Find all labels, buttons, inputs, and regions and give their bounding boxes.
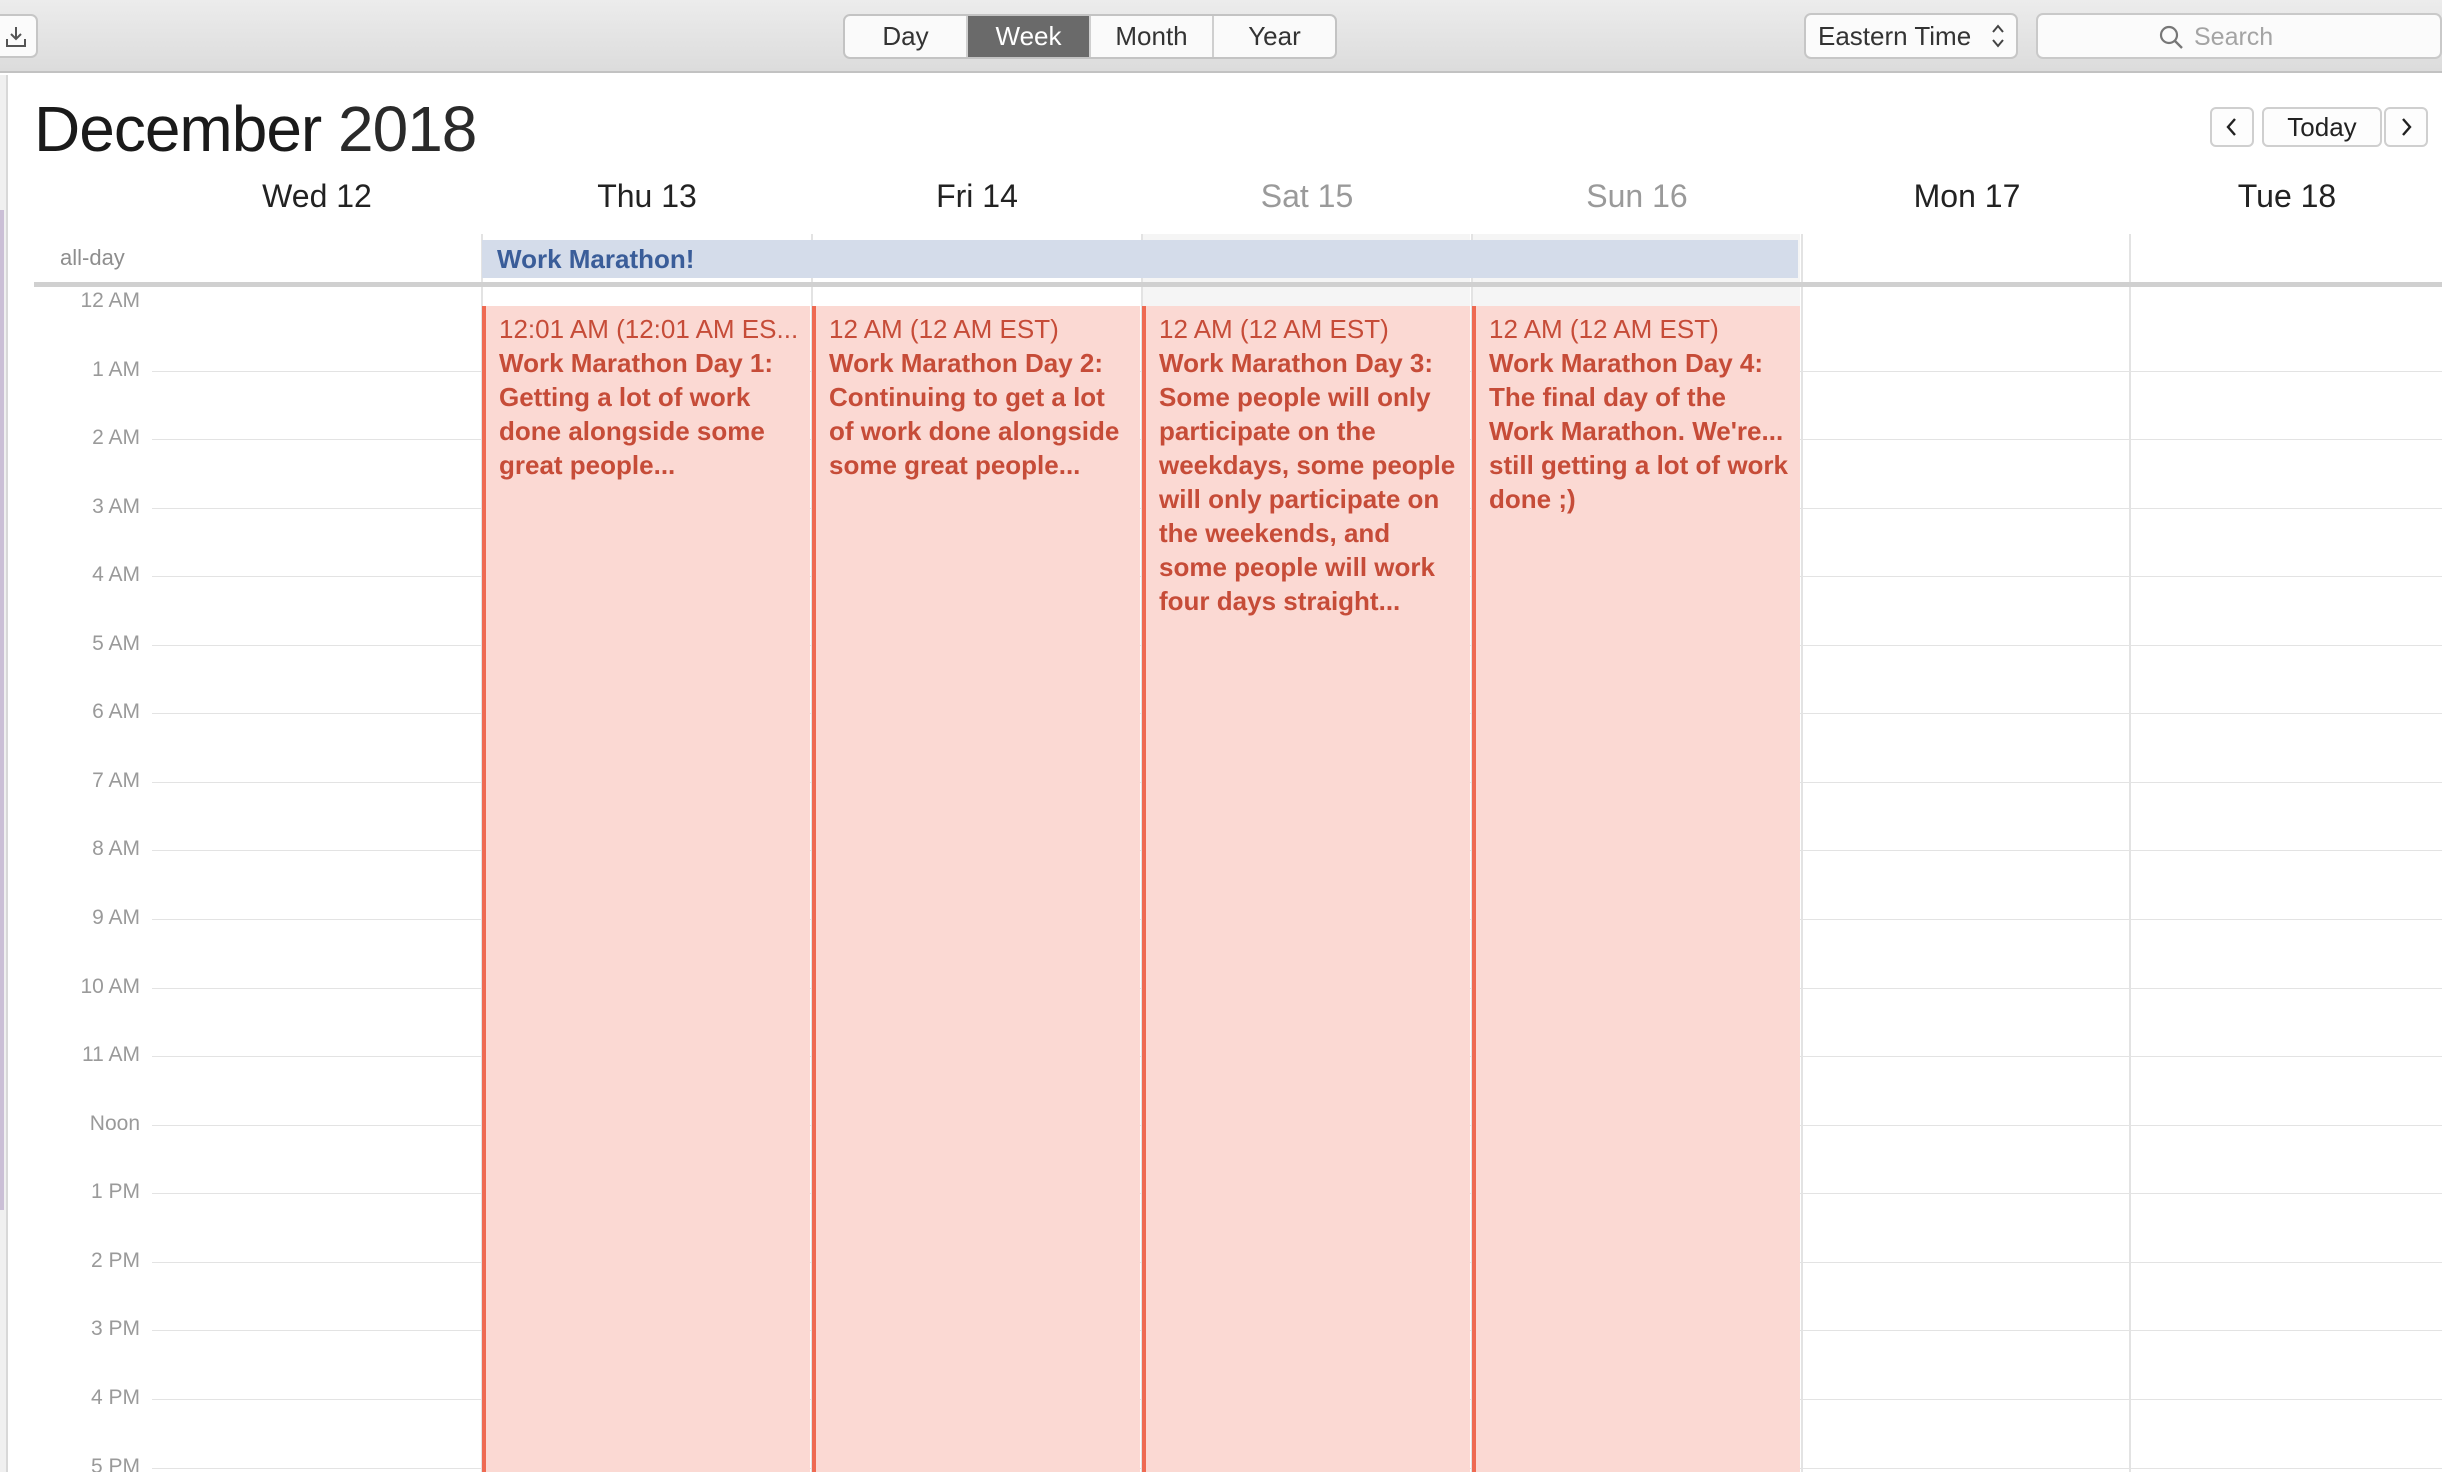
hour-label: 5 PM [90,1455,140,1472]
day-header-sun[interactable]: Sun 16 [1472,178,1802,222]
year: 2018 [338,93,477,165]
event-day-3[interactable]: 12 AM (12 AM EST) Work Marathon Day 3: S… [1142,306,1470,1472]
hour-label: 7 AM [92,769,140,792]
column-divider [1801,234,1803,1472]
toolbar: Day Week Month Year Eastern Time [0,0,2442,73]
event-title: Work Marathon Day 4: The final day of th… [1489,348,1788,514]
hour-label: 11 AM [82,1043,140,1066]
event-day-4[interactable]: 12 AM (12 AM EST) Work Marathon Day 4: T… [1472,306,1800,1472]
event-time: 12 AM (12 AM EST) [1489,314,1719,344]
chevron-left-icon [2226,118,2236,136]
view-switcher: Day Week Month Year [843,14,1337,59]
hour-label: 4 AM [92,563,140,586]
download-button[interactable] [0,14,38,58]
event-title: Work Marathon Day 2: Continuing to get a… [829,348,1120,480]
event-time: 12 AM (12 AM EST) [1159,314,1389,344]
hour-label: Noon [89,1112,140,1135]
all-day-divider [34,282,2442,287]
day-header-fri[interactable]: Fri 14 [812,178,1142,222]
hour-label: 1 AM [92,358,140,381]
event-title: Work Marathon Day 3: Some people will on… [1159,348,1456,616]
event-time: 12 AM (12 AM EST) [829,314,1059,344]
view-year-button[interactable]: Year [1214,16,1335,57]
event-time: 12:01 AM (12:01 AM ES... [499,314,799,344]
day-header-thu[interactable]: Thu 13 [482,178,812,222]
day-header-tue[interactable]: Tue 18 [2132,178,2442,222]
previous-week-button[interactable] [2210,107,2254,147]
timezone-value: Eastern Time [1818,21,1972,51]
hour-label: 10 AM [80,975,140,998]
event-day-1[interactable]: 12:01 AM (12:01 AM ES... Work Marathon D… [482,306,810,1472]
view-month-button[interactable]: Month [1091,16,1214,57]
hour-label: 1 PM [90,1180,140,1203]
hour-label: 2 AM [92,426,140,449]
view-day-button[interactable]: Day [845,16,968,57]
month-title: December 2018 [34,92,477,166]
day-header-wed[interactable]: Wed 12 [152,178,482,222]
search-input[interactable] [2194,21,2414,53]
event-day-2[interactable]: 12 AM (12 AM EST) Work Marathon Day 2: C… [812,306,1140,1472]
hour-label: 4 PM [90,1386,140,1409]
day-header-sat[interactable]: Sat 15 [1142,178,1472,222]
next-week-button[interactable] [2384,107,2428,147]
all-day-label: all-day [60,245,125,270]
day-header-mon[interactable]: Mon 17 [1802,178,2132,222]
hour-label: 5 AM [92,632,140,655]
timezone-select[interactable]: Eastern Time [1804,13,2018,59]
all-day-event[interactable]: Work Marathon! [482,240,1798,278]
hour-label: 9 AM [92,906,140,929]
search-field[interactable] [2036,13,2442,59]
sidebar-edge-highlight [0,210,4,1210]
view-week-button[interactable]: Week [968,16,1091,57]
hour-label: 3 AM [92,495,140,518]
hour-label: 6 AM [92,700,140,723]
month-name: December [34,93,322,165]
hour-label: 2 PM [90,1249,140,1272]
tray-arrow-down-icon [6,27,26,47]
up-down-chevron-icon [1992,24,2004,48]
hour-label: 8 AM [92,837,140,860]
today-button[interactable]: Today [2262,107,2382,147]
hour-label: 3 PM [90,1317,140,1340]
search-icon [2159,25,2183,49]
chevron-right-icon [2402,118,2412,136]
column-divider [2129,234,2131,1472]
hour-label: 12 AM [80,289,140,312]
event-title: Work Marathon Day 1: Getting a lot of wo… [499,348,774,480]
